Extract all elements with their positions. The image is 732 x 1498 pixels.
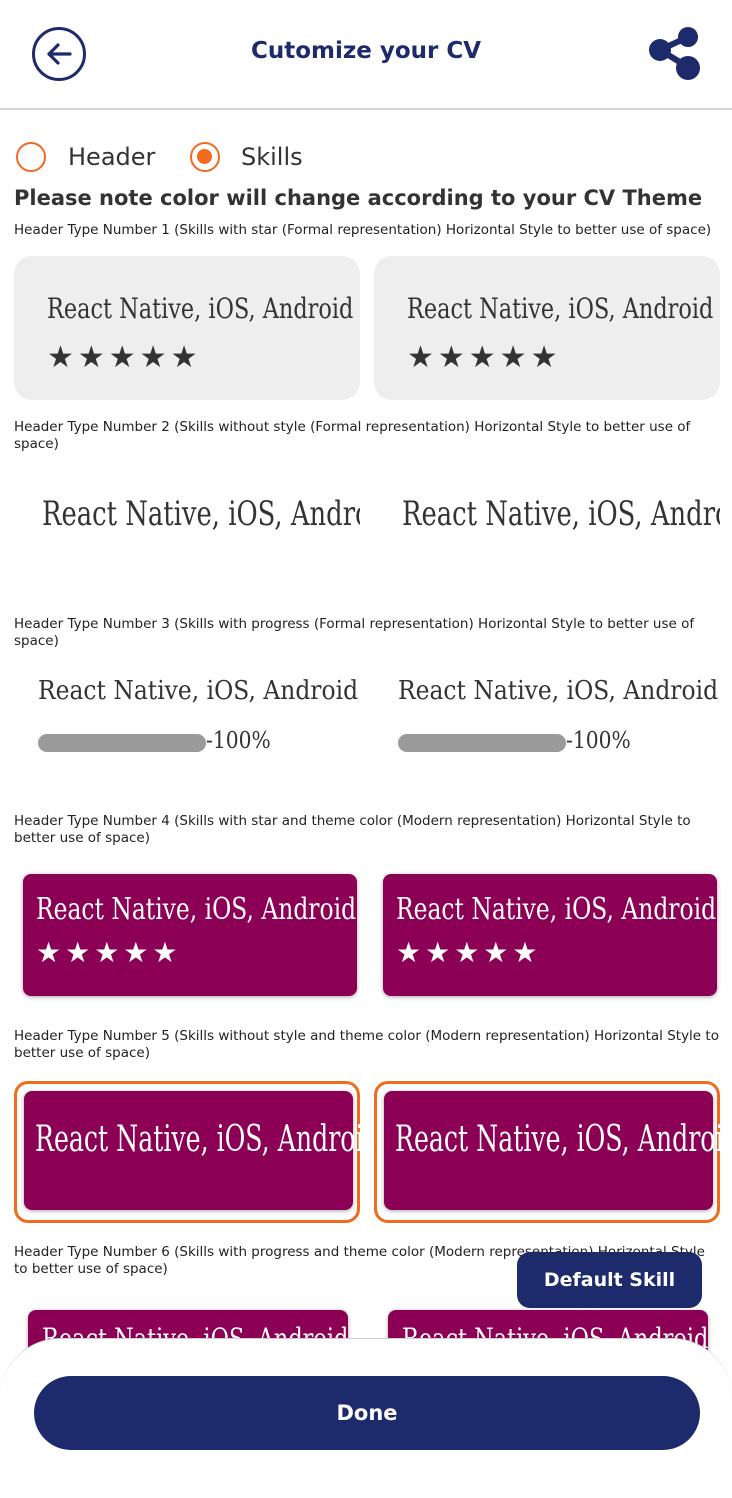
skill-text: React Native, iOS, Android [402, 494, 720, 534]
progress-label: -100% [566, 728, 631, 754]
skill-style-1-left[interactable]: React Native, iOS, Android ★★★★★ [14, 256, 360, 400]
theme-note: Please note color will change according … [14, 186, 703, 210]
share-icon [649, 27, 700, 80]
skill-style-5-left-selected[interactable]: React Native, iOS, Android [14, 1081, 380, 1223]
section-4-label: Header Type Number 4 (Skills with star a… [14, 813, 691, 846]
default-skill-button[interactable]: Default Skill [517, 1252, 702, 1308]
section-5-label: Header Type Number 5 (Skills without sty… [14, 1028, 719, 1061]
skill-style-5-right-selected[interactable]: React Native, iOS, Android [374, 1081, 732, 1223]
page-title: Cutomize your CV [250, 38, 482, 64]
progress-label: -100% [206, 728, 271, 754]
theme-card: React Native, iOS, Android [384, 1091, 732, 1210]
progress-bar [38, 734, 206, 752]
skill-text: React Native, iOS, Android [398, 676, 719, 706]
share-button[interactable] [646, 26, 704, 82]
skill-text: React Native, iOS, Android [42, 494, 360, 534]
star-rating: ★★★★★ [36, 936, 182, 969]
progress-bar [398, 734, 566, 752]
star-rating: ★★★★★ [47, 340, 202, 375]
header-radio[interactable] [16, 142, 46, 172]
skill-style-3-right[interactable]: React Native, iOS, Android -100% [374, 660, 720, 780]
skill-style-4-right[interactable]: React Native, iOS, Android ★★★★★ [383, 874, 717, 996]
skill-text: React Native, iOS, Android [395, 1119, 732, 1160]
section-3-label: Header Type Number 3 (Skills with progre… [14, 616, 695, 649]
theme-card: React Native, iOS, Android [24, 1091, 380, 1210]
section-1-label: Header Type Number 1 (Skills with star (… [14, 222, 712, 238]
skill-style-3-left[interactable]: React Native, iOS, Android -100% [14, 660, 360, 780]
star-rating: ★★★★★ [396, 936, 542, 969]
skill-style-2-right[interactable]: React Native, iOS, Android [374, 470, 720, 580]
skill-text: React Native, iOS, Android [47, 292, 354, 325]
skill-text: React Native, iOS, Android [396, 892, 717, 927]
skill-text: React Native, iOS, Android [35, 1119, 380, 1160]
section-type-selector: Header Skills [16, 140, 716, 180]
skill-style-2-left[interactable]: React Native, iOS, Android [14, 470, 360, 580]
star-rating: ★★★★★ [407, 340, 562, 375]
skill-style-1-right[interactable]: React Native, iOS, Android ★★★★★ [374, 256, 720, 400]
done-button[interactable]: Done [34, 1376, 700, 1450]
skill-text: React Native, iOS, Android [38, 676, 359, 706]
skill-text: React Native, iOS, Android [407, 292, 714, 325]
section-2-label: Header Type Number 2 (Skills without sty… [14, 419, 691, 452]
header-radio-label[interactable]: Header [68, 143, 155, 171]
skill-text: React Native, iOS, Android [36, 892, 357, 927]
skills-radio[interactable] [190, 142, 220, 172]
skill-style-4-left[interactable]: React Native, iOS, Android ★★★★★ [23, 874, 357, 996]
top-bar: Cutomize your CV [0, 0, 732, 110]
skills-radio-label[interactable]: Skills [241, 143, 303, 171]
